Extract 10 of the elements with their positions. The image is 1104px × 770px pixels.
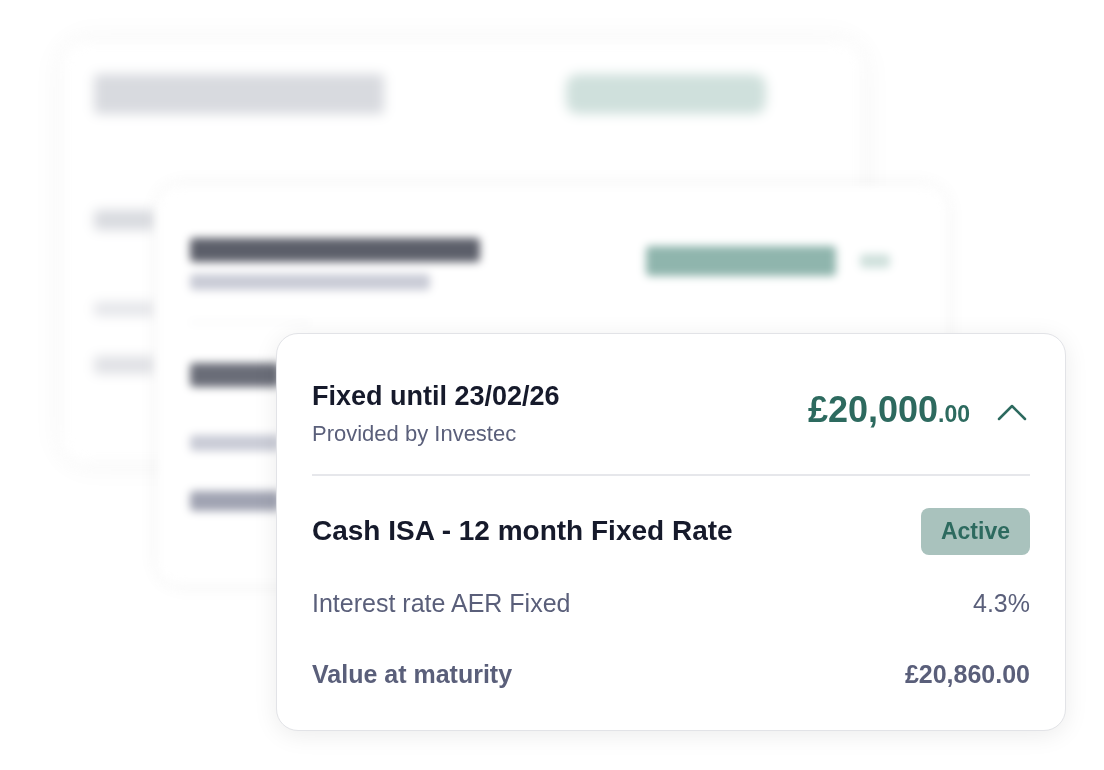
row-value: 4.3% <box>973 587 1030 619</box>
plan-title: Fixed until 23/02/26 <box>312 380 560 413</box>
balance-amount: £20,000.00 <box>807 390 970 432</box>
row-value: £20,860.00 <box>904 659 1030 690</box>
product-name: Cash ISA - 12 month Fixed Rate <box>312 514 733 549</box>
row-label: Interest rate AER Fixed <box>312 587 571 619</box>
status-badge: Active <box>920 508 1030 555</box>
row-label: Value at maturity <box>312 659 513 690</box>
provider-text: Provided by Investec <box>312 420 518 448</box>
chevron-up-icon[interactable] <box>996 402 1028 422</box>
